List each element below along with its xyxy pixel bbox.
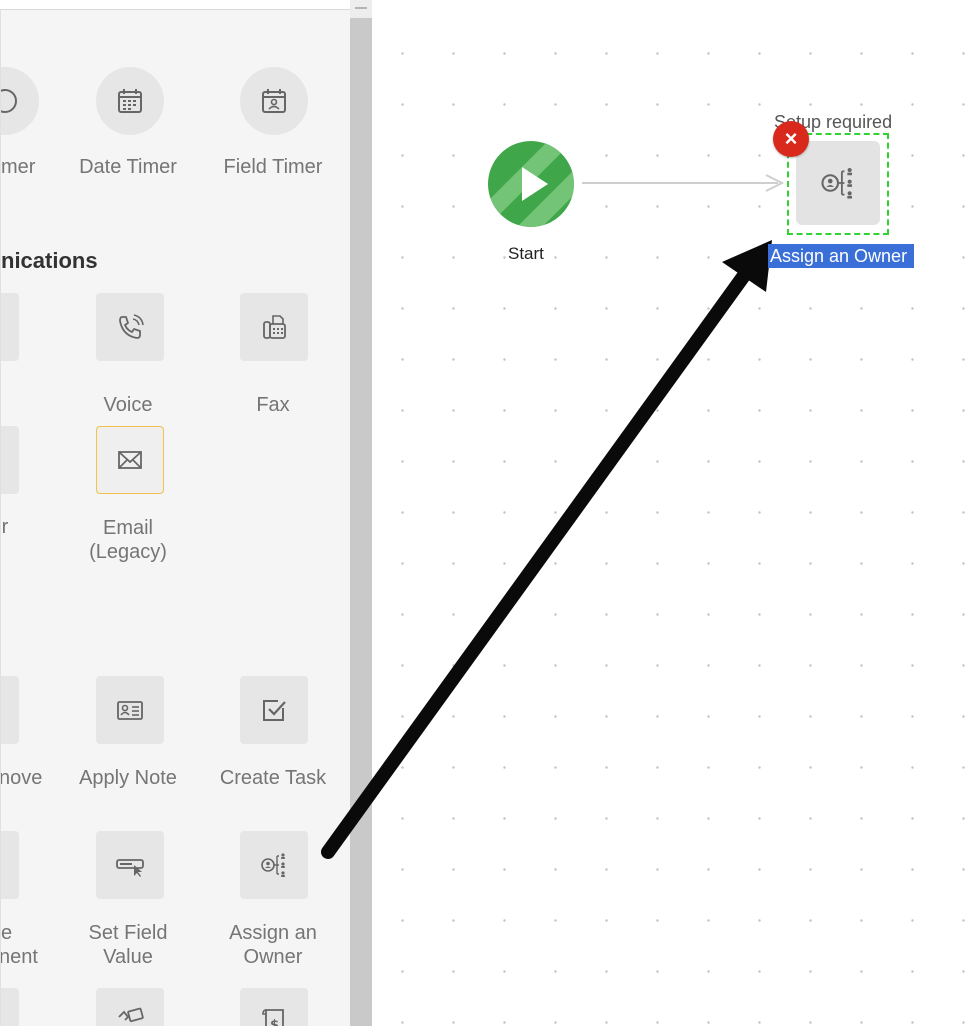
action-tile-partial[interactable] (1, 676, 19, 744)
date-timer-label: Date Timer (79, 156, 177, 178)
envelope-icon (118, 451, 142, 469)
partial-label-line1: e (1, 922, 13, 944)
set-field-value-label-line2: Value (103, 946, 153, 968)
start-node[interactable] (488, 141, 574, 227)
play-icon (488, 141, 574, 227)
assign-owner-icon (821, 167, 852, 199)
fax-tile[interactable] (240, 293, 308, 361)
set-field-value-tile[interactable] (96, 831, 164, 899)
fax-label: Fax (256, 394, 290, 416)
assign-owner-tile[interactable] (240, 831, 308, 899)
fax-icon (263, 315, 286, 339)
palette-scrollbar[interactable] (350, 18, 372, 1026)
contact-card-icon (117, 701, 143, 720)
create-task-tile[interactable] (240, 676, 308, 744)
communications-tile-partial-2[interactable] (1, 426, 19, 494)
section-heading-communications: nications (1, 248, 98, 273)
email-legacy-tile[interactable] (96, 426, 164, 494)
field-cursor-icon (116, 859, 144, 877)
timer-tile[interactable] (1, 67, 39, 135)
clock-icon (1, 89, 17, 113)
hand-card-icon (118, 1007, 144, 1023)
email-label: Email (102, 517, 153, 539)
error-close-icon[interactable]: × (773, 121, 809, 157)
checkbox-icon (263, 700, 286, 721)
timer-label: mer (1, 156, 36, 178)
remove-label-partial: nove (0, 767, 43, 789)
date-timer-tile[interactable] (96, 67, 164, 135)
assign-owner-label-line2: Owner (243, 946, 303, 968)
assign-owner-node[interactable] (796, 141, 880, 225)
apply-note-tile[interactable] (96, 676, 164, 744)
create-task-label: Create Task (219, 767, 327, 789)
calendar-person-icon (262, 89, 286, 113)
action-tile-partial-3[interactable] (1, 988, 19, 1026)
voice-tile[interactable] (96, 293, 164, 361)
email-legacy-label: (Legacy) (89, 541, 167, 563)
field-timer-label: Field Timer (223, 156, 323, 178)
scrollbar-arrow-up[interactable] (350, 0, 372, 18)
set-field-value-label-line1: Set Field (88, 922, 168, 944)
voice-label: Voice (103, 394, 153, 416)
partial-label: r (1, 516, 9, 538)
step-palette: mer Date Timer Field Timer nications Voi… (0, 10, 350, 1026)
field-timer-tile[interactable] (240, 67, 308, 135)
svg-text:$: $ (270, 1018, 279, 1026)
assign-owner-label-line1: Assign an (229, 922, 317, 944)
start-node-label: Start (508, 244, 544, 263)
invoice-tile[interactable]: $ (240, 988, 308, 1026)
communications-tile-partial[interactable] (1, 293, 19, 361)
assign-owner-node-label[interactable]: Assign an Owner (768, 244, 914, 268)
action-tile-partial-2[interactable] (1, 831, 19, 899)
send-offer-tile[interactable] (96, 988, 164, 1026)
assign-owner-icon (261, 853, 285, 877)
phone-icon (119, 314, 144, 339)
invoice-icon: $ (262, 1009, 284, 1026)
calendar-icon (118, 89, 142, 113)
apply-note-label: Apply Note (79, 767, 177, 789)
partial-label-line2: nent (0, 946, 38, 968)
